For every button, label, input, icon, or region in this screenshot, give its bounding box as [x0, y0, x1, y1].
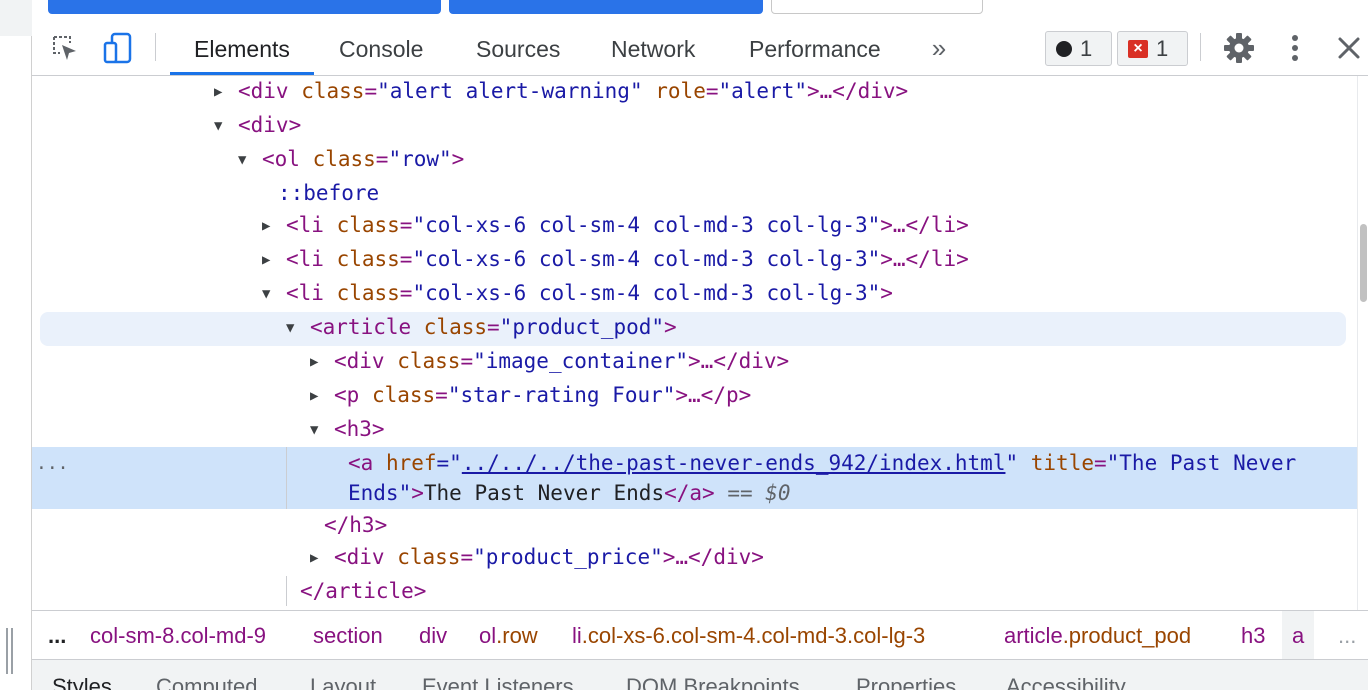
expand-triangle-icon[interactable]: ▶ [310, 541, 334, 575]
tab-accessibility[interactable]: Accessibility [1006, 674, 1126, 690]
scrollbar-thumb[interactable] [1360, 224, 1367, 302]
dom-node-article-close[interactable]: </article> [32, 574, 1357, 608]
device-toolbar-icon[interactable] [102, 31, 134, 65]
breadcrumb: ... col-sm-8.col-md-9 section div ol.row… [32, 610, 1368, 660]
dom-node-li-expanded[interactable]: ▼ <li class="col-xs-6 col-sm-4 col-md-3 c… [32, 276, 1357, 310]
close-devtools-icon[interactable] [1334, 31, 1364, 65]
dom-node-ol-row[interactable]: ▼ <ol class="row"> [32, 142, 1357, 176]
page-button-secondary[interactable] [771, 0, 983, 14]
error-count: 1 [1156, 35, 1169, 61]
more-options-kebab-icon[interactable] [1280, 31, 1310, 65]
dom-node-div[interactable]: ▼ <div> [32, 108, 1357, 142]
tree-scrollbar[interactable] [1357, 76, 1368, 610]
collapse-triangle-icon[interactable]: ▼ [310, 413, 334, 447]
breadcrumb-item[interactable]: article.product_pod [1004, 611, 1191, 659]
dom-node-article[interactable]: ▼ <article class="product_pod"> [32, 310, 1357, 344]
tab-computed[interactable]: Computed [156, 674, 258, 690]
info-count: 1 [1080, 35, 1093, 61]
breadcrumb-scroll-right[interactable]: ... [1338, 611, 1356, 659]
toolbar-separator [155, 33, 156, 61]
sidebar-pane-tabs: Styles Computed Layout Event Listeners D… [32, 660, 1368, 690]
dom-node-image-container[interactable]: ▶ <div class="image_container">…</div> [32, 344, 1357, 378]
dom-node-li[interactable]: ▶ <li class="col-xs-6 col-sm-4 col-md-3 c… [32, 242, 1357, 276]
page-viewport-shade [0, 0, 32, 36]
dom-node-anchor-selected[interactable]: <a href="../../../the-past-never-ends_94… [32, 446, 1357, 480]
tab-network[interactable]: Network [587, 17, 719, 75]
tab-dom-breakpoints[interactable]: DOM Breakpoints [626, 674, 800, 690]
tab-event-listeners[interactable]: Event Listeners [422, 674, 574, 690]
tab-console[interactable]: Console [315, 17, 447, 75]
href-link[interactable]: ../../../the-past-never-ends_942/index.h… [462, 451, 1006, 475]
dom-node-h3-close[interactable]: </h3> [32, 508, 1357, 542]
drawer-resize-grip[interactable] [6, 628, 14, 674]
error-x-icon: × [1128, 39, 1148, 58]
collapse-triangle-icon[interactable]: ▼ [286, 311, 310, 345]
collapse-triangle-icon[interactable]: ▼ [238, 143, 262, 177]
page-content-fragment [32, 0, 1368, 17]
expand-triangle-icon[interactable]: ▶ [262, 243, 286, 277]
inspect-element-icon[interactable] [50, 33, 80, 63]
dom-node-h3[interactable]: ▼ <h3> [32, 412, 1357, 446]
elements-dom-tree: ... ▶ <div class="alert alert-warning" ro… [32, 76, 1357, 610]
breadcrumb-item[interactable]: col-sm-8.col-md-9 [90, 611, 266, 659]
expand-triangle-icon[interactable]: ▶ [214, 76, 238, 109]
expand-triangle-icon[interactable]: ▶ [310, 379, 334, 413]
breadcrumb-scroll-left[interactable]: ... [48, 611, 66, 659]
page-viewport-edge [0, 0, 32, 690]
more-tabs-chevron-icon[interactable]: » [924, 31, 954, 65]
dom-node-star-rating[interactable]: ▶ <p class="star-rating Four">…</p> [32, 378, 1357, 412]
dom-node-anchor-continued[interactable]: Ends">The Past Never Ends</a> == $0 [32, 476, 1357, 510]
selected-node-marker: $0 [765, 481, 791, 505]
page-button-primary-2[interactable] [449, 0, 763, 14]
tab-performance[interactable]: Performance [725, 17, 905, 75]
toolbar-separator-2 [1200, 33, 1201, 61]
tab-styles[interactable]: Styles [52, 674, 112, 690]
expand-triangle-icon[interactable]: ▶ [262, 209, 286, 243]
tab-properties[interactable]: Properties [856, 674, 956, 690]
collapse-triangle-icon[interactable]: ▼ [262, 277, 286, 311]
issues-counter-button[interactable]: 1 [1045, 31, 1112, 66]
info-dot-icon [1056, 40, 1072, 57]
tab-sources[interactable]: Sources [452, 17, 584, 75]
dom-node-alert-div[interactable]: ▶ <div class="alert alert-warning" role="… [32, 76, 1357, 108]
breadcrumb-item[interactable]: li.col-xs-6.col-sm-4.col-md-3.col-lg-3 [572, 611, 925, 659]
settings-gear-icon[interactable] [1222, 31, 1256, 65]
breadcrumb-item[interactable]: div [419, 611, 447, 659]
page-button-primary-1[interactable] [48, 0, 441, 14]
dom-pseudo-before[interactable]: ::before [32, 176, 1357, 210]
breadcrumb-item[interactable]: ol.row [479, 611, 538, 659]
dom-node-product-price[interactable]: ▶ <div class="product_price">…</div> [32, 540, 1357, 574]
dom-node-li[interactable]: ▶ <li class="col-xs-6 col-sm-4 col-md-3 c… [32, 208, 1357, 242]
breadcrumb-item-current[interactable]: a [1282, 611, 1315, 659]
tab-elements[interactable]: Elements [170, 17, 314, 75]
devtools-toolbar: Elements Console Sources Network Perform… [32, 17, 1368, 76]
expand-triangle-icon[interactable]: ▶ [310, 345, 334, 379]
breadcrumb-item[interactable]: section [313, 611, 383, 659]
tab-layout[interactable]: Layout [310, 674, 376, 690]
breadcrumb-item[interactable]: h3 [1241, 611, 1265, 659]
collapse-triangle-icon[interactable]: ▼ [214, 109, 238, 143]
errors-counter-button[interactable]: × 1 [1117, 31, 1188, 66]
